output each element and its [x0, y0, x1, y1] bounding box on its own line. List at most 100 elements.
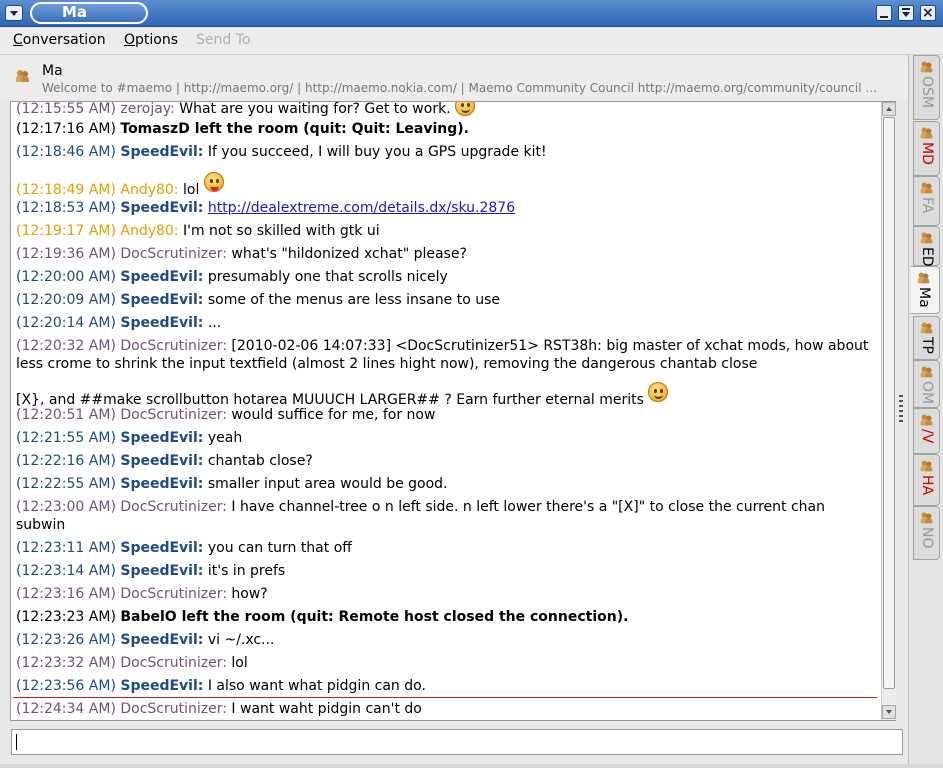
message-row: (12:20:51 AM) DocScrutinizer: would suff…	[16, 406, 874, 424]
message-text: presumably one that scrolls nicely	[207, 269, 448, 285]
chat-people-icon	[920, 232, 934, 244]
message-time: (12:23:56 AM)	[16, 678, 116, 694]
scroll-up-button[interactable]	[882, 102, 896, 116]
menu-conversation-accel: C	[13, 32, 23, 48]
tab-fa[interactable]: FA	[913, 176, 940, 226]
message-time: (12:20:00 AM)	[16, 269, 116, 285]
message-time: (12:18:49 AM)	[16, 182, 116, 198]
tab-label: NO	[919, 527, 935, 549]
message-row: (12:24:34 AM) DocScrutinizer: I want wah…	[16, 700, 874, 718]
tab-label: ED	[919, 247, 935, 267]
maximize-button[interactable]	[898, 5, 914, 21]
message-text: I want waht pidgin can't do	[231, 701, 422, 717]
message-text: If you succeed, I will buy you a GPS upg…	[207, 144, 547, 160]
message-row: (12:19:17 AM) Andy80: I'm not so skilled…	[16, 222, 874, 240]
message-time: (12:17:16 AM)	[16, 121, 116, 137]
message-time: (12:19:17 AM)	[16, 223, 116, 239]
chat-people-icon	[920, 414, 934, 426]
chat-people-icon	[920, 460, 934, 472]
message-time: (12:23:26 AM)	[16, 632, 116, 648]
chevron-down-icon	[10, 11, 18, 16]
message-text: it's in prefs	[207, 563, 286, 579]
message-input[interactable]	[11, 729, 903, 755]
message-time: (12:21:55 AM)	[16, 430, 116, 446]
message-nick: SpeedEvil:	[120, 269, 204, 285]
tab-label: MD	[919, 142, 935, 165]
message-link[interactable]: http://dealextreme.com/details.dx/sku.28…	[208, 200, 515, 216]
message-text: lol	[231, 655, 248, 671]
message-nick: SpeedEvil:	[120, 315, 204, 331]
message-text: some of the menus are less insane to use	[207, 292, 501, 308]
scrollbar-thumb[interactable]	[883, 117, 895, 689]
message-row: (12:19:36 AM) DocScrutinizer: what's "hi…	[16, 245, 874, 263]
tab-ed[interactable]: ED	[913, 226, 940, 267]
message-text: what's "hildonized xchat" please?	[231, 246, 467, 262]
unread-marker-line	[13, 697, 877, 698]
message-row: (12:18:53 AM) SpeedEvil: http://dealextr…	[16, 199, 874, 217]
message-continuation: [X}, and ##make scrollbutton hotarea MUU…	[16, 382, 874, 409]
chat-people-icon	[16, 69, 32, 85]
chat-people-icon	[920, 182, 934, 194]
message-row: (12:22:16 AM) SpeedEvil: chantab close?	[16, 452, 874, 470]
message-nick: DocScrutinizer:	[120, 246, 227, 262]
tab-label: Ma	[916, 287, 932, 308]
message-row: (12:20:14 AM) SpeedEvil: ...	[16, 314, 874, 332]
title-bar: Ma ×	[0, 0, 943, 27]
tab-ha[interactable]: HA	[913, 454, 940, 506]
message-nick: SpeedEvil:	[120, 563, 204, 579]
tab-no[interactable]: NO	[913, 506, 940, 560]
tab-label: HA	[919, 475, 935, 496]
menu-options-accel: O	[124, 32, 136, 48]
menu-options[interactable]: Options	[124, 32, 178, 48]
chat-scrollbar[interactable]	[881, 102, 896, 720]
message-time: (12:23:00 AM)	[16, 499, 116, 515]
tab-osm[interactable]: OSM	[913, 55, 940, 120]
window-title: Ma	[62, 3, 88, 21]
chat-people-icon	[920, 61, 934, 73]
menu-bar: Conversation Options Send To	[0, 27, 943, 55]
tab-tp[interactable]: TP	[913, 316, 940, 360]
pane-resize-grip[interactable]	[899, 395, 903, 425]
minimize-button[interactable]	[876, 5, 892, 21]
maximize-icon	[902, 12, 910, 17]
message-row: (12:21:55 AM) SpeedEvil: yeah	[16, 429, 874, 447]
chat-people-icon	[917, 272, 931, 284]
menu-conversation[interactable]: Conversation	[13, 32, 106, 48]
message-time: (12:23:23 AM)	[16, 609, 116, 625]
message-text: how?	[231, 586, 268, 602]
chat-log[interactable]: (12:15:55 AM) zerojay: What are you wait…	[11, 102, 880, 720]
close-button[interactable]: ×	[920, 5, 936, 21]
message-nick: Andy80:	[120, 182, 179, 198]
arrow-down-icon	[886, 710, 892, 714]
message-text: I also want what pidgin can do.	[207, 678, 426, 694]
message-nick: DocScrutinizer:	[120, 499, 227, 515]
tab-label: FA	[919, 197, 935, 214]
close-icon: ×	[922, 5, 934, 21]
scroll-down-button[interactable]	[882, 705, 896, 719]
message-time: (12:22:16 AM)	[16, 453, 116, 469]
message-row: (12:15:55 AM) zerojay: What are you wait…	[16, 102, 874, 118]
tab-ma[interactable]: Ma	[911, 266, 940, 314]
message-time: (12:23:14 AM)	[16, 563, 116, 579]
message-time: (12:20:32 AM)	[16, 338, 116, 354]
tab-label: OM	[919, 381, 935, 405]
message-nick: Andy80:	[120, 223, 179, 239]
message-time: (12:20:51 AM)	[16, 407, 116, 423]
chat-people-icon	[920, 322, 934, 334]
chat-people-icon	[920, 512, 934, 524]
message-time: (12:20:14 AM)	[16, 315, 116, 331]
message-row: (12:20:09 AM) SpeedEvil: some of the men…	[16, 291, 874, 309]
system-message-text: TomaszD left the room (quit: Quit: Leavi…	[120, 121, 469, 137]
message-text: I'm not so skilled with gtk ui	[182, 223, 380, 239]
tab-v[interactable]: /V	[913, 408, 940, 454]
tab-md[interactable]: MD	[913, 121, 940, 176]
tab-om[interactable]: OM	[913, 360, 940, 408]
message-time: (12:23:16 AM)	[16, 586, 116, 602]
message-text: you can turn that off	[207, 540, 352, 556]
message-text: ...	[207, 315, 222, 331]
conversation-topic: Welcome to #maemo | http://maemo.org/ | …	[42, 81, 878, 95]
message-nick: DocScrutinizer:	[120, 338, 227, 354]
menu-send-to: Send To	[196, 32, 251, 48]
window-menu-button[interactable]	[5, 5, 23, 21]
message-row: (12:23:23 AM) BabelO left the room (quit…	[16, 608, 874, 626]
